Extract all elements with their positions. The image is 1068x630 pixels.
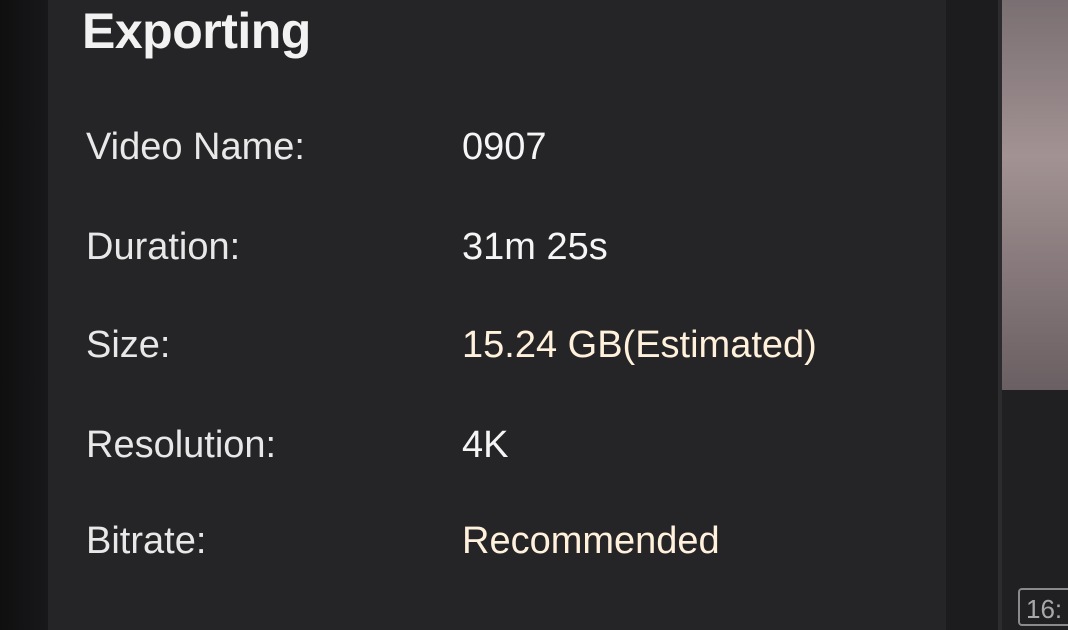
info-row-bitrate: Bitrate: Recommended (86, 520, 906, 580)
resolution-label: Resolution: (86, 424, 277, 466)
dialog-title: Exporting (82, 3, 311, 59)
info-row-resolution: Resolution: 4K (86, 424, 906, 484)
aspect-ratio-button[interactable]: 16: (1018, 588, 1068, 626)
bitrate-label: Bitrate: (86, 520, 207, 562)
info-row-video-name: Video Name: 0907 (86, 126, 906, 186)
info-row-size: Size: 15.24 GB(Estimated) (86, 324, 906, 384)
size-value: 15.24 GB(Estimated) (462, 324, 817, 366)
video-name-value: 0907 (462, 126, 547, 168)
resolution-value: 4K (462, 424, 509, 466)
screen: Exporting Video Name: 0907 Duration: 31m… (0, 0, 1068, 630)
video-preview (1002, 0, 1068, 390)
background-gap (946, 0, 1000, 630)
export-dialog: Exporting Video Name: 0907 Duration: 31m… (48, 0, 946, 630)
video-name-label: Video Name: (86, 126, 305, 168)
info-row-duration: Duration: 31m 25s (86, 226, 906, 286)
background-edge (0, 0, 48, 630)
duration-label: Duration: (86, 226, 241, 268)
duration-value: 31m 25s (462, 226, 608, 268)
size-label: Size: (86, 324, 171, 366)
bitrate-value: Recommended (462, 520, 720, 562)
